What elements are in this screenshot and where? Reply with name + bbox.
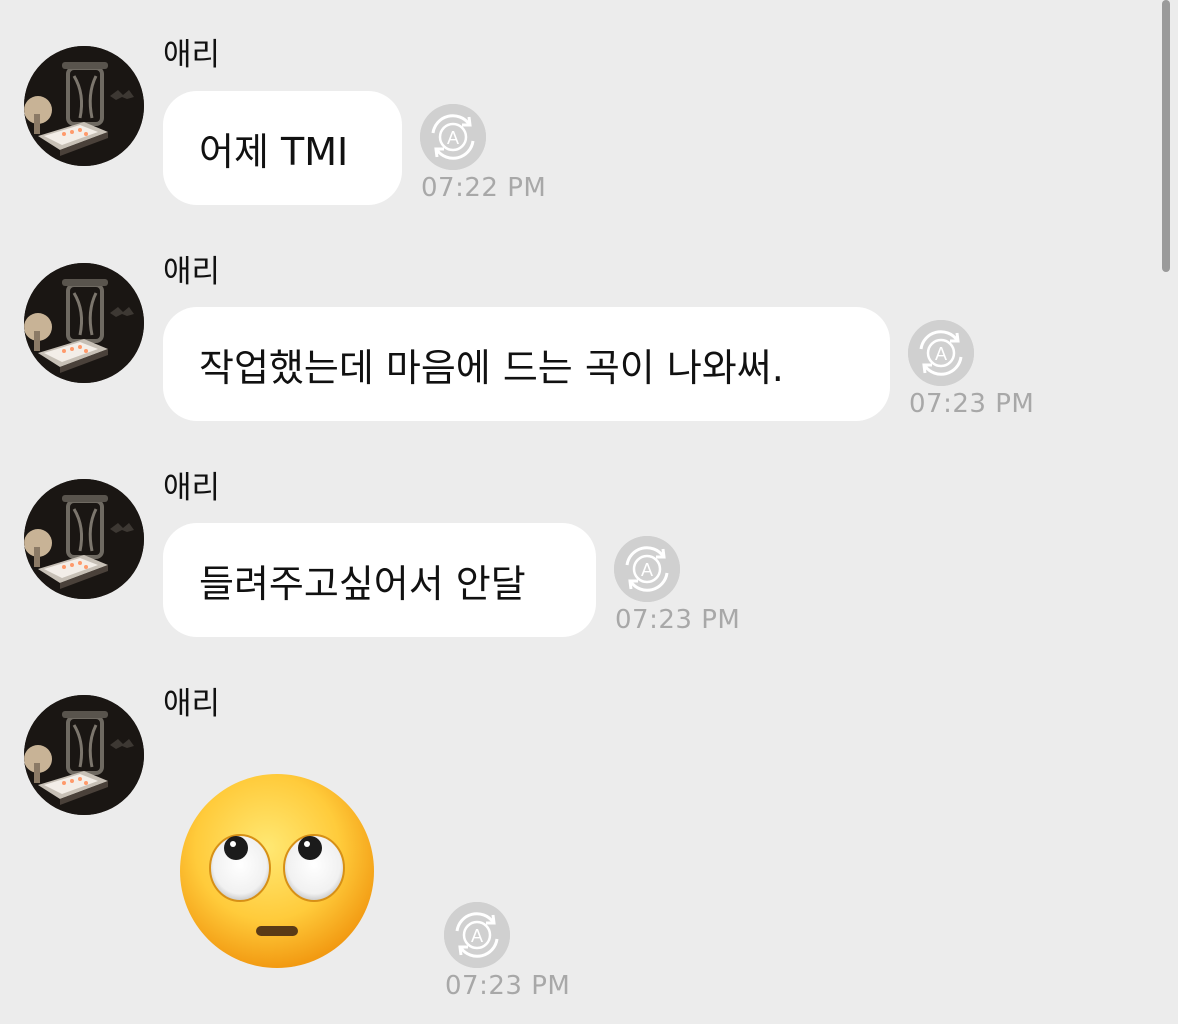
avatar[interactable] [24,263,144,383]
sender-name: 애리 [163,254,221,290]
avatar[interactable] [24,46,144,166]
avatar[interactable] [24,695,144,815]
avatar[interactable] [24,479,144,599]
rolling-eyes-emoji[interactable] [178,772,376,970]
message-bubble[interactable]: 작업했는데 마음에 드는 곡이 나와써. [163,307,890,421]
translate-icon[interactable]: A [908,320,974,386]
message-timestamp: 07:23 PM [615,605,741,635]
message-timestamp: 07:23 PM [909,389,1035,419]
message-bubble[interactable]: 어제 TMI [163,91,402,205]
message-timestamp: 07:23 PM [445,971,571,1001]
svg-text:A: A [447,128,459,148]
sender-name: 애리 [163,686,221,722]
sender-name: 애리 [163,470,221,506]
svg-text:A: A [935,344,947,364]
svg-text:A: A [641,560,653,580]
message-bubble[interactable]: 들려주고싶어서 안달 [163,523,596,637]
translate-icon[interactable]: A [614,536,680,602]
translate-icon[interactable]: A [420,104,486,170]
translate-icon[interactable]: A [444,902,510,968]
sender-name: 애리 [163,37,221,73]
chat-thread: 애리 어제 TMI A 07:22 PM 애리 작업했는데 마음에 드는 곡이 … [0,0,1178,1024]
message-timestamp: 07:22 PM [421,173,547,203]
scrollbar[interactable] [1162,0,1170,272]
svg-text:A: A [471,926,483,946]
